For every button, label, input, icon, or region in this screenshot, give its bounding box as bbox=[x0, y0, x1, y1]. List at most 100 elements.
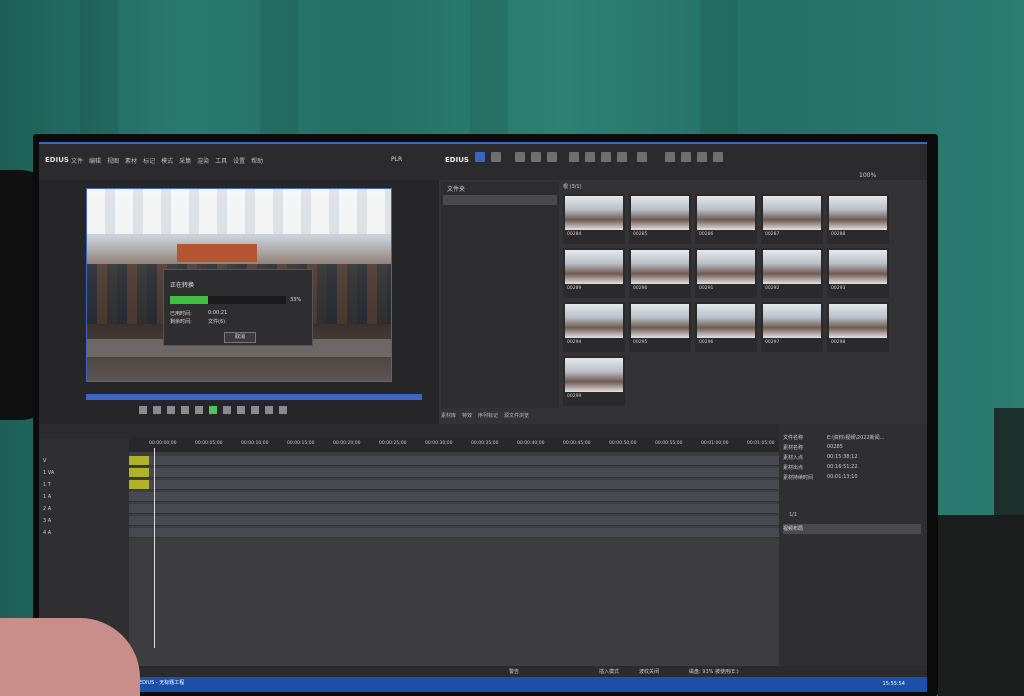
taskbar-app[interactable]: EDIUS - 无标题工程 bbox=[139, 679, 184, 686]
effect-item[interactable]: 视频布局 bbox=[783, 524, 921, 534]
menu-mode[interactable]: 模式 bbox=[161, 156, 173, 165]
track-row[interactable] bbox=[129, 516, 779, 526]
new-clip-icon[interactable] bbox=[547, 152, 557, 162]
bin-view-icon[interactable] bbox=[475, 152, 485, 162]
root-folder[interactable] bbox=[443, 195, 557, 205]
transport-controls bbox=[139, 406, 287, 414]
folder-up-icon[interactable] bbox=[515, 152, 525, 162]
cut-icon[interactable] bbox=[569, 152, 579, 162]
new-folder-icon[interactable] bbox=[531, 152, 541, 162]
timeline-clip[interactable] bbox=[129, 456, 149, 465]
property-value: 00285 bbox=[827, 444, 843, 450]
player-scrubber[interactable] bbox=[86, 394, 422, 400]
clip-thumbnail[interactable]: 00294 bbox=[563, 302, 625, 352]
ripple-mode[interactable]: 波纹关闭 bbox=[639, 668, 659, 675]
prev-frame-icon[interactable] bbox=[195, 406, 203, 414]
stop-icon[interactable] bbox=[167, 406, 175, 414]
ruler-tick: 00:01:00;00 bbox=[701, 441, 729, 446]
paste-icon[interactable] bbox=[601, 152, 611, 162]
menu-capture[interactable]: 采集 bbox=[179, 156, 191, 165]
insert-icon[interactable] bbox=[265, 406, 273, 414]
clip-thumbnail[interactable]: 00284 bbox=[563, 194, 625, 244]
menu-edit[interactable]: 编辑 bbox=[89, 156, 101, 165]
track-header[interactable]: V bbox=[43, 458, 46, 464]
mark-in-icon[interactable] bbox=[139, 406, 147, 414]
tab-markers[interactable]: 序列标记 bbox=[478, 412, 498, 419]
timeline-ruler[interactable]: 00:00:00;00 00:00:05;00 00:00:10;00 00:00:1… bbox=[129, 438, 779, 452]
track-header[interactable]: 2 A bbox=[43, 506, 51, 512]
monitor-icon[interactable] bbox=[637, 152, 647, 162]
cancel-button[interactable]: 取消 bbox=[224, 332, 256, 343]
menu-help[interactable]: 帮助 bbox=[251, 156, 263, 165]
loop-icon[interactable] bbox=[251, 406, 259, 414]
clip-thumbnail[interactable]: 00285 bbox=[629, 194, 691, 244]
clip-thumbnail[interactable]: 00299 bbox=[563, 356, 625, 406]
properties-panel: 1/1 视频布局 文件名称 E:\资料\视频\2022新闻... 素材名称 00285… bbox=[779, 424, 927, 666]
timeline-clip[interactable] bbox=[129, 480, 149, 489]
track-row[interactable] bbox=[129, 492, 779, 502]
tab-effects[interactable]: 特效 bbox=[462, 412, 472, 419]
timeline-cursor[interactable] bbox=[154, 448, 155, 648]
track-header[interactable]: 1 A bbox=[43, 494, 51, 500]
progress-fill bbox=[170, 296, 209, 304]
fast-forward-icon[interactable] bbox=[237, 406, 245, 414]
clip-thumbnail[interactable]: 00298 bbox=[827, 302, 889, 352]
thumbnail-view-icon[interactable] bbox=[681, 152, 691, 162]
menu-settings[interactable]: 设置 bbox=[233, 156, 245, 165]
menu-file[interactable]: 文件 bbox=[71, 156, 83, 165]
search-icon[interactable] bbox=[491, 152, 501, 162]
share-icon[interactable] bbox=[697, 152, 707, 162]
clip-thumbnail[interactable]: 00290 bbox=[629, 248, 691, 298]
thumbnail-grid: 00284 00285 00286 00287 00288 00289 00290 00291… bbox=[563, 194, 911, 406]
track-row[interactable] bbox=[129, 456, 779, 466]
clip-label: 00284 bbox=[567, 232, 582, 237]
list-view-icon[interactable] bbox=[665, 152, 675, 162]
menu-render[interactable]: 渲染 bbox=[197, 156, 209, 165]
clip-preview-image bbox=[763, 304, 821, 338]
delete-icon[interactable] bbox=[617, 152, 627, 162]
insert-mode[interactable]: 插入模式 bbox=[599, 668, 619, 675]
track-row[interactable] bbox=[129, 480, 779, 490]
clip-thumbnail[interactable]: 00297 bbox=[761, 302, 823, 352]
timeline-clip[interactable] bbox=[129, 468, 149, 477]
track-header[interactable]: 1 VA bbox=[43, 470, 54, 476]
stage-banner bbox=[177, 244, 257, 262]
track-header[interactable]: 1 T bbox=[43, 482, 51, 488]
track-header[interactable]: 3 A bbox=[43, 518, 51, 524]
play-icon[interactable] bbox=[209, 406, 217, 414]
clip-thumbnail[interactable]: 00293 bbox=[827, 248, 889, 298]
track-row[interactable] bbox=[129, 528, 779, 538]
clip-thumbnail[interactable]: 00296 bbox=[695, 302, 757, 352]
video-preview[interactable]: 正在转换 33% 已用时间: 0:00:21 剩余时间: 文件(6) 取消 bbox=[86, 188, 392, 382]
copy-icon[interactable] bbox=[585, 152, 595, 162]
overwrite-icon[interactable] bbox=[279, 406, 287, 414]
rewind-icon[interactable] bbox=[181, 406, 189, 414]
camera-icon[interactable] bbox=[713, 152, 723, 162]
main-menu[interactable]: 文件 编辑 视图 素材 标记 模式 采集 渲染 工具 设置 帮助 bbox=[71, 156, 263, 165]
clip-thumbnail[interactable]: 00286 bbox=[695, 194, 757, 244]
mark-out-icon[interactable] bbox=[153, 406, 161, 414]
track-row[interactable] bbox=[129, 468, 779, 478]
menu-bar: EDIUS 文件 编辑 视图 素材 标记 模式 采集 渲染 工具 设置 帮助 P… bbox=[39, 142, 927, 182]
clip-thumbnail[interactable]: 00288 bbox=[827, 194, 889, 244]
track-row[interactable] bbox=[129, 504, 779, 514]
clip-thumbnail[interactable]: 00289 bbox=[563, 248, 625, 298]
next-frame-icon[interactable] bbox=[223, 406, 231, 414]
track-header[interactable]: 4 A bbox=[43, 530, 51, 536]
clip-label: 00287 bbox=[765, 232, 780, 237]
clip-thumbnail[interactable]: 00287 bbox=[761, 194, 823, 244]
taskbar-clock: 15:55:54 bbox=[882, 681, 905, 687]
menu-view[interactable]: 视图 bbox=[107, 156, 119, 165]
tab-bin[interactable]: 素材库 bbox=[441, 412, 456, 419]
menu-marker[interactable]: 标记 bbox=[143, 156, 155, 165]
clip-preview-image bbox=[631, 196, 689, 230]
menu-clip[interactable]: 素材 bbox=[125, 156, 137, 165]
progress-percent: 33% bbox=[290, 297, 302, 303]
clip-thumbnail[interactable]: 00295 bbox=[629, 302, 691, 352]
clip-thumbnail[interactable]: 00291 bbox=[695, 248, 757, 298]
property-value: 00:01:13;10 bbox=[827, 474, 858, 480]
menu-tools[interactable]: 工具 bbox=[215, 156, 227, 165]
tab-source-browser[interactable]: 源文件浏览 bbox=[504, 412, 529, 419]
clip-preview-image bbox=[697, 304, 755, 338]
clip-thumbnail[interactable]: 00292 bbox=[761, 248, 823, 298]
